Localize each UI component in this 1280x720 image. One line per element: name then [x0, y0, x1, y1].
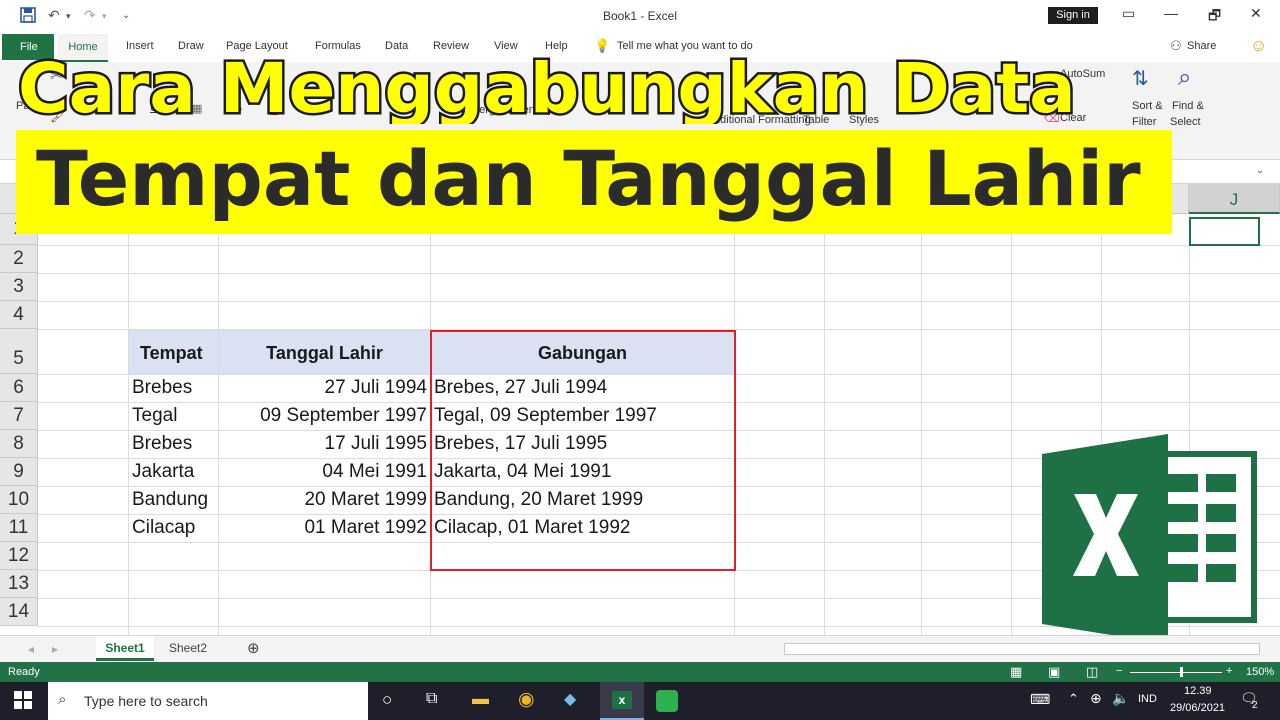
cell-tanggal[interactable]: 20 Maret 1999 [218, 489, 427, 511]
restore-icon[interactable]: 🗗 [1208, 5, 1221, 29]
row-header[interactable]: 6 [0, 374, 38, 402]
task-view-icon[interactable]: ⧉ [426, 690, 437, 708]
title-bar: ↶ ▾ ↷ ▾ ⌄ Book1 - Excel Sign in ▭ — 🗗 ✕ [0, 0, 1280, 32]
notification-count: 2 [1252, 700, 1258, 711]
cell-tanggal[interactable]: 04 Mei 1991 [218, 461, 427, 483]
cell-tanggal[interactable]: 01 Maret 1992 [218, 517, 427, 539]
cell-tanggal[interactable]: 27 Juli 1994 [218, 377, 427, 399]
worksheet-grid[interactable]: J 1 2 3 4 5 6 7 8 9 10 11 12 13 14 Tempa… [0, 184, 1280, 635]
sheet-tab-sheet2[interactable]: Sheet2 [160, 641, 216, 655]
cell-tempat[interactable]: Brebes [132, 377, 192, 399]
search-placeholder: Type here to search [84, 693, 208, 709]
row-header[interactable]: 8 [0, 430, 38, 458]
row-header[interactable]: 7 [0, 402, 38, 430]
page-break-view-icon[interactable]: ◫ [1086, 664, 1098, 680]
zoom-out-icon[interactable]: − [1116, 665, 1122, 677]
overlay-title-band: Tempat dan Tanggal Lahir [16, 130, 1172, 234]
zoom-level[interactable]: 150% [1246, 666, 1274, 678]
clock-date[interactable]: 29/06/2021 [1170, 702, 1225, 714]
search-icon: ⌕ [58, 691, 67, 708]
network-icon[interactable]: ⊕ [1090, 690, 1102, 707]
app-icon[interactable]: ◆ [564, 689, 576, 709]
overlay-title-line1: Cara Menggabungkan Data [0, 40, 1280, 132]
row-header[interactable]: 2 [0, 245, 38, 273]
close-icon[interactable]: ✕ [1250, 5, 1262, 22]
row-header[interactable]: 3 [0, 273, 38, 301]
zoom-slider[interactable] [1130, 672, 1222, 673]
cell-tempat[interactable]: Tegal [132, 405, 177, 427]
normal-view-icon[interactable]: ▦ [1010, 664, 1022, 680]
selected-cell-j1[interactable] [1189, 217, 1260, 246]
taskbar-search-box[interactable]: ⌕ Type here to search [48, 682, 368, 720]
clock-time[interactable]: 12.39 [1184, 685, 1212, 697]
green-app-icon[interactable] [656, 690, 678, 712]
zoom-slider-thumb[interactable] [1180, 667, 1183, 677]
windows-start-icon[interactable] [14, 691, 32, 712]
zoom-in-icon[interactable]: + [1226, 665, 1232, 677]
gabungan-highlight-box [430, 330, 736, 571]
file-explorer-icon[interactable]: ▬ [472, 689, 489, 709]
row-header[interactable]: 5 [0, 329, 38, 374]
row-header[interactable]: 9 [0, 458, 38, 486]
row-header[interactable]: 4 [0, 301, 38, 329]
header-cell-tempat[interactable]: Tempat [129, 330, 218, 374]
row-header[interactable]: 10 [0, 486, 38, 514]
language-indicator[interactable]: IND [1138, 693, 1157, 705]
column-header-j[interactable]: J [1189, 184, 1280, 214]
sign-in-button[interactable]: Sign in [1048, 7, 1098, 24]
minimize-icon[interactable]: — [1164, 5, 1178, 21]
volume-icon[interactable]: 🔈 [1112, 690, 1129, 707]
cell-tanggal[interactable]: 09 September 1997 [218, 405, 427, 427]
formula-bar-expand-icon[interactable]: ⌄ [1256, 165, 1264, 176]
show-hidden-icons[interactable]: ⌃ [1068, 691, 1079, 707]
status-bar: Ready ▦ ▣ ◫ − + 150% [0, 662, 1280, 682]
sheet-tab-sheet1[interactable]: Sheet1 [96, 636, 154, 661]
status-ready: Ready [8, 666, 40, 678]
excel-taskbar-icon: x [612, 691, 632, 709]
cortana-icon[interactable]: ○ [382, 690, 392, 710]
scroll-sheets-left-icon[interactable]: ◂ [28, 642, 34, 656]
excel-logo [1042, 434, 1258, 635]
scroll-sheets-right-icon[interactable]: ▸ [52, 642, 58, 656]
cell-tanggal[interactable]: 17 Juli 1995 [218, 433, 427, 455]
chrome-icon[interactable]: ◉ [518, 688, 535, 711]
add-sheet-icon[interactable]: ⊕ [247, 639, 260, 657]
cell-tempat[interactable]: Brebes [132, 433, 192, 455]
cell-tempat[interactable]: Bandung [132, 489, 208, 511]
page-layout-view-icon[interactable]: ▣ [1048, 664, 1060, 680]
overlay-title-line2: Tempat dan Tanggal Lahir [36, 134, 1141, 223]
row-header[interactable]: 13 [0, 570, 38, 598]
horizontal-scrollbar[interactable] [784, 643, 1260, 655]
excel-taskbar-button[interactable]: x [600, 682, 644, 720]
header-cell-tanggal-lahir[interactable]: Tanggal Lahir [219, 330, 430, 374]
overlay-title-line1-text: Cara Menggabungkan Data [18, 49, 1076, 124]
row-header[interactable]: 14 [0, 598, 38, 626]
ribbon-display-options-icon[interactable]: ▭ [1122, 5, 1135, 22]
cell-tempat[interactable]: Jakarta [132, 461, 194, 483]
sheet-tabs-bar: ◂ ▸ Sheet1 Sheet2 ⊕ [0, 635, 1280, 662]
windows-taskbar: ⌕ Type here to search ○ ⧉ ▬ ◉ ◆ x ⌨ ⌃ ⊕ … [0, 682, 1280, 720]
cell-tempat[interactable]: Cilacap [132, 517, 195, 539]
row-header[interactable]: 11 [0, 514, 38, 542]
keyboard-icon[interactable]: ⌨ [1030, 691, 1050, 708]
row-header[interactable]: 12 [0, 542, 38, 570]
